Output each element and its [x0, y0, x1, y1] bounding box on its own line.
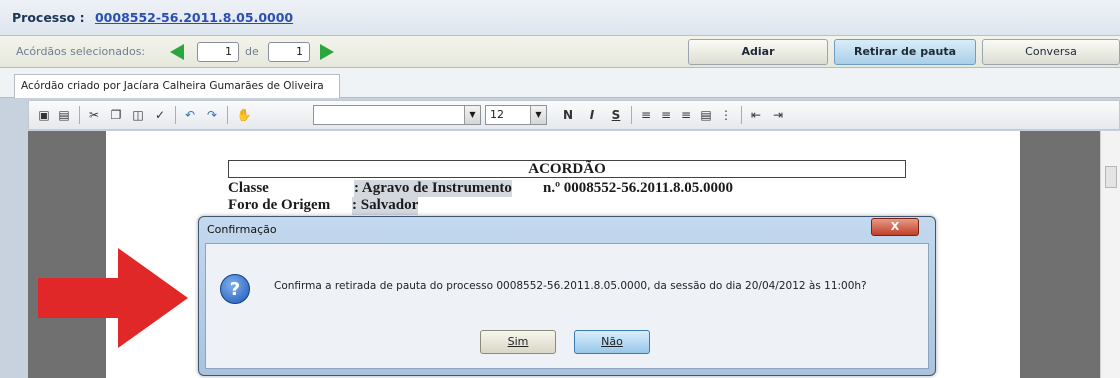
redo-icon[interactable]: ↷: [203, 106, 221, 124]
toolbar-separator: [741, 106, 742, 124]
align-center-icon[interactable]: ≡: [657, 106, 675, 124]
toolbar-separator: [175, 106, 176, 124]
indent-icon[interactable]: ⇥: [769, 106, 787, 124]
selected-label: Acórdãos selecionados:: [16, 45, 146, 58]
chevron-down-icon[interactable]: ▼: [530, 106, 546, 124]
document-icon[interactable]: ▤: [55, 106, 73, 124]
process-title: Processo :: [12, 10, 85, 25]
no-label: Não: [601, 335, 623, 348]
format-brush-icon[interactable]: ✓: [151, 106, 169, 124]
cut-icon[interactable]: ✂: [85, 106, 103, 124]
paste-icon[interactable]: ◫: [129, 106, 147, 124]
of-label: de: [245, 45, 259, 58]
close-button[interactable]: X: [871, 218, 919, 236]
underline-button[interactable]: S: [607, 106, 625, 124]
process-number-link[interactable]: 0008552-56.2011.8.05.0000: [95, 10, 293, 25]
bold-button[interactable]: N: [559, 106, 577, 124]
left-gutter: [0, 100, 28, 378]
foro-label: Foro de Origem: [228, 197, 331, 213]
red-arrow-annotation: [38, 248, 188, 348]
retirar-de-pauta-button[interactable]: Retirar de pauta: [834, 39, 976, 65]
font-size-select[interactable]: 12 ▼: [485, 105, 547, 125]
dialog-title: Confirmação: [207, 223, 277, 236]
classe-value: : Agravo de Instrumento: [354, 180, 512, 197]
document-title: ACORDÃO: [228, 160, 906, 178]
yes-label: Sim: [507, 335, 529, 348]
classe-number: n.º 0008552-56.2011.8.05.0000: [543, 180, 733, 196]
process-header: Processo : 0008552-56.2011.8.05.0000: [0, 0, 1120, 36]
foro-value: : Salvador: [352, 197, 419, 215]
hand-icon[interactable]: ✋: [235, 106, 253, 124]
selection-bar: Acórdãos selecionados: 1 de 1 Adiar Reti…: [0, 36, 1120, 68]
undo-icon[interactable]: ↶: [181, 106, 199, 124]
justify-icon[interactable]: ▤: [697, 106, 715, 124]
toolbar-separator: [79, 106, 80, 124]
editor-toolbar: ▣ ▤ ✂ ❐ ◫ ✓ ↶ ↷ ✋ ▼ 12 ▼ N I S ≡ ≡ ≡ ▤ ⋮…: [28, 100, 1120, 130]
font-family-select[interactable]: ▼: [313, 105, 481, 125]
dialog-body: ? Confirma a retirada de pauta do proces…: [205, 243, 929, 369]
toolbar-separator: [227, 106, 228, 124]
yes-button[interactable]: Sim: [480, 330, 556, 354]
tab-acordao[interactable]: Acórdão criado por Jacíara Calheira Guma…: [14, 74, 340, 98]
vertical-scrollbar[interactable]: [1100, 131, 1120, 378]
save-icon[interactable]: ▣: [35, 106, 53, 124]
classe-label: Classe: [228, 180, 269, 196]
no-button[interactable]: Não: [574, 330, 650, 354]
confirmation-dialog: Confirmação X ? Confirma a retirada de p…: [198, 216, 936, 376]
toolbar-separator: [631, 106, 632, 124]
outdent-icon[interactable]: ⇤: [747, 106, 765, 124]
next-arrow-icon[interactable]: [320, 44, 334, 60]
current-index-field[interactable]: 1: [197, 42, 239, 62]
previous-arrow-icon[interactable]: [170, 44, 184, 60]
dialog-message: Confirma a retirada de pauta do processo…: [274, 280, 867, 292]
total-field[interactable]: 1: [268, 42, 310, 62]
tab-row: Acórdão criado por Jacíara Calheira Guma…: [0, 68, 1120, 98]
font-size-value: 12: [490, 108, 504, 121]
bullet-list-icon[interactable]: ⋮: [717, 106, 735, 124]
align-right-icon[interactable]: ≡: [677, 106, 695, 124]
conversa-button[interactable]: Conversa: [982, 39, 1120, 65]
copy-icon[interactable]: ❐: [107, 106, 125, 124]
process-label: Processo : 0008552-56.2011.8.05.0000: [12, 10, 293, 25]
align-left-icon[interactable]: ≡: [637, 106, 655, 124]
question-icon: ?: [220, 274, 250, 304]
italic-button[interactable]: I: [583, 106, 601, 124]
adiar-button[interactable]: Adiar: [688, 39, 828, 65]
chevron-down-icon[interactable]: ▼: [464, 106, 480, 124]
scrollbar-thumb[interactable]: [1105, 166, 1117, 188]
